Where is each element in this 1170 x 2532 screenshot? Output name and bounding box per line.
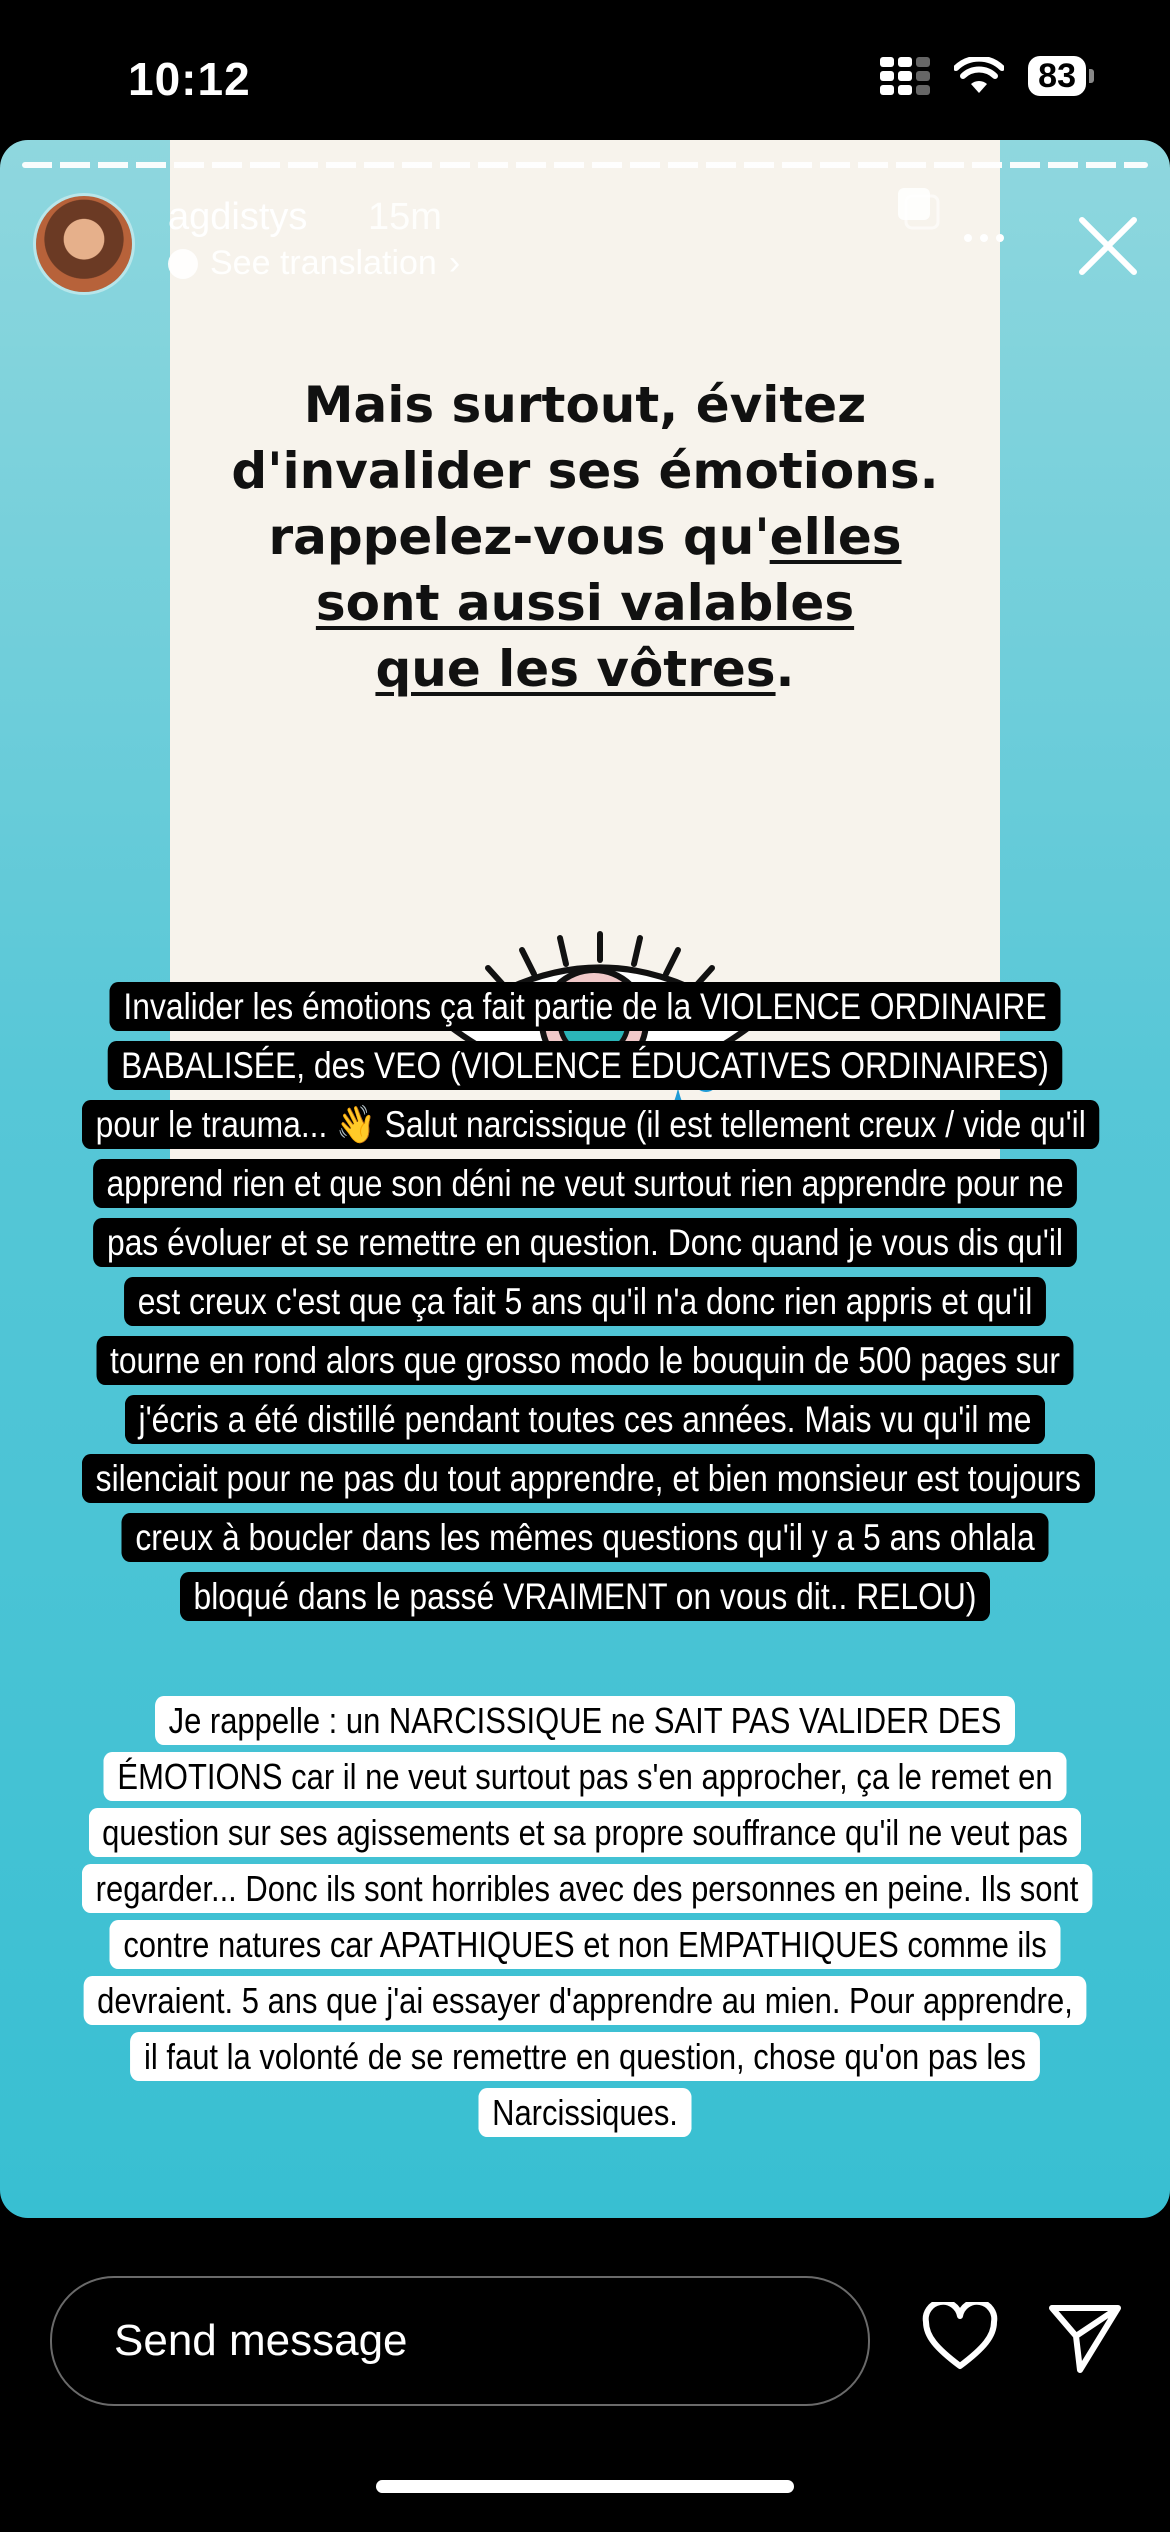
battery-icon: 83 <box>1028 56 1094 96</box>
story-username[interactable]: agdistys <box>168 196 307 239</box>
story-viewer[interactable]: agdistys 15m See translation › Mais surt… <box>0 140 1170 2218</box>
see-translation-link[interactable]: See translation › <box>168 244 460 283</box>
see-translation-label: See translation <box>210 244 437 282</box>
status-icons: 83 <box>880 56 1094 96</box>
wifi-icon <box>954 57 1005 93</box>
battery-level: 83 <box>1028 56 1086 96</box>
send-icon[interactable] <box>1048 2302 1122 2374</box>
copy-icon[interactable] <box>896 186 940 230</box>
slide-heading: Mais surtout, évitez d'invalider ses émo… <box>231 376 939 698</box>
story-caption-light: Je rappelle : un NARCISSIQUE ne SAIT PAS… <box>81 1693 1093 2141</box>
chevron-right-icon: › <box>448 244 461 282</box>
home-indicator[interactable] <box>376 2480 794 2493</box>
cellular-icon <box>880 57 931 95</box>
story-progress-bar <box>22 162 1148 168</box>
heart-icon[interactable] <box>922 2302 998 2372</box>
more-options-icon[interactable] <box>964 234 1004 242</box>
story-time-ago: 15m <box>368 196 442 238</box>
avatar[interactable] <box>36 196 132 292</box>
status-time: 10:12 <box>128 53 251 105</box>
send-message-input[interactable]: Send message <box>50 2276 870 2406</box>
translate-icon <box>168 248 198 279</box>
send-message-placeholder: Send message <box>114 2316 408 2365</box>
story-caption-dark: Invalider les émotions ça fait partie de… <box>81 977 1100 1626</box>
close-icon[interactable] <box>1076 214 1140 278</box>
